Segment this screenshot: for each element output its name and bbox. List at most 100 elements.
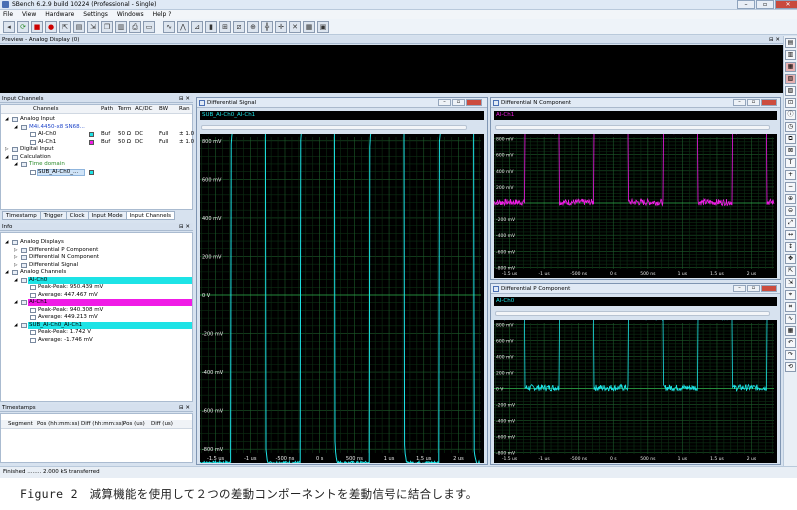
- clear-icon[interactable]: ✕: [289, 20, 301, 33]
- window-differential-signal[interactable]: Differential Signal – ▫ SUB_AI-Ch0_AI-Ch…: [196, 97, 488, 465]
- info-tree-row[interactable]: Peak-Peak: 1.742 V: [1, 329, 192, 337]
- grid-icon[interactable]: ╬: [261, 20, 273, 33]
- cursor-icon[interactable]: ⧄: [233, 20, 245, 33]
- n-maximize-button[interactable]: ▫: [747, 99, 760, 106]
- zoom-in-icon[interactable]: ⊕: [785, 194, 796, 204]
- signal-maximize-button[interactable]: ▫: [452, 99, 465, 106]
- vfit-icon[interactable]: ↕: [785, 242, 796, 252]
- expanded-arrow-icon[interactable]: ◢: [14, 322, 17, 329]
- cell-term[interactable]: 50 Ω: [118, 131, 131, 138]
- channel-icon[interactable]: ▥: [785, 50, 796, 60]
- signal-plot[interactable]: 800 mV 600 mV 400 mV 200 mV 0 V -200 mV -400 m…: [200, 134, 484, 463]
- p-close-button[interactable]: [761, 285, 777, 292]
- calc-icon[interactable]: ▧: [785, 74, 796, 84]
- fit-icon[interactable]: ⤢: [785, 218, 796, 228]
- info-tree-row[interactable]: ▷ Differential N Component: [1, 254, 192, 262]
- signal-minimize-button[interactable]: –: [438, 99, 451, 106]
- collapse-icon[interactable]: ⇲: [785, 278, 796, 288]
- cell-ran[interactable]: ± 1.0: [179, 139, 194, 146]
- print-icon[interactable]: ⎙: [129, 20, 141, 33]
- crosshair-icon[interactable]: ✛: [275, 20, 287, 33]
- reset-icon[interactable]: ⟲: [785, 362, 796, 372]
- channel-tree-row[interactable]: ▷ Digital Input: [1, 146, 192, 154]
- layout-icon[interactable]: ▣: [317, 20, 329, 33]
- collapsed-arrow-icon[interactable]: ▷: [14, 247, 17, 254]
- sine-icon[interactable]: ∿: [785, 314, 796, 324]
- info-tree-row[interactable]: Average: -1.746 mV: [1, 337, 192, 345]
- info-tree-row[interactable]: ▷ Differential P Component: [1, 247, 192, 255]
- expanded-arrow-icon[interactable]: ◢: [14, 299, 17, 306]
- tab-timestamp[interactable]: Timestamp: [2, 211, 41, 220]
- report-icon[interactable]: ▥: [115, 20, 127, 33]
- redo-icon[interactable]: ↷: [785, 350, 796, 360]
- n-close-button[interactable]: [761, 99, 777, 106]
- channel-tree-row[interactable]: SUB_AI-Ch0_...: [1, 168, 192, 177]
- signal-scrollbar[interactable]: [201, 125, 467, 130]
- info-tree-row[interactable]: ▷ Differential Signal: [1, 262, 192, 270]
- collapsed-arrow-icon[interactable]: ▷: [14, 254, 17, 261]
- back-icon[interactable]: ◂: [3, 20, 15, 33]
- tab-input-channels[interactable]: Input Channels: [125, 211, 176, 220]
- cell-term[interactable]: 50 Ω: [118, 139, 131, 146]
- signal-close-button[interactable]: [466, 99, 482, 106]
- cell-path[interactable]: Buf: [101, 139, 110, 146]
- save-icon[interactable]: ▤: [73, 20, 85, 33]
- p-scrollbar[interactable]: [495, 311, 770, 316]
- color-chip[interactable]: [89, 139, 94, 145]
- input-channels-pin-icon[interactable]: ⊟ ✕: [179, 95, 190, 103]
- p-plot[interactable]: 800 mV 600 mV 400 mV 200 mV 0 V -200 mV -400 m…: [494, 320, 777, 463]
- histogram-icon[interactable]: ▮: [205, 20, 217, 33]
- info-tree-row[interactable]: ◢ AI-Ch0: [1, 276, 192, 285]
- copy-icon[interactable]: ❐: [101, 20, 113, 33]
- cell-ran[interactable]: ± 1.0: [179, 131, 194, 138]
- cursor-b-icon[interactable]: ⌗: [785, 302, 796, 312]
- undo-icon[interactable]: ↶: [785, 338, 796, 348]
- collapsed-arrow-icon[interactable]: ▷: [5, 146, 8, 153]
- expanded-arrow-icon[interactable]: ◢: [14, 277, 17, 284]
- info-tree-row[interactable]: Average: 447.467 mV: [1, 292, 192, 300]
- cell-path[interactable]: Buf: [101, 131, 110, 138]
- wave-icon[interactable]: ∿: [163, 20, 175, 33]
- channel-tree-row[interactable]: ◢ Time domain: [1, 161, 192, 169]
- n-minimize-button[interactable]: –: [733, 99, 746, 106]
- channel-tree-row[interactable]: AI-Ch0 Buf 50 Ω DC Full ± 1.0: [1, 131, 194, 139]
- info-icon[interactable]: ⓘ: [785, 110, 796, 120]
- menu-windows[interactable]: Windows: [117, 11, 144, 18]
- expanded-arrow-icon[interactable]: ◢: [5, 269, 8, 276]
- info-tree-row[interactable]: ◢ SUB_AI-Ch0_AI-Ch1: [1, 321, 192, 330]
- minimize-button[interactable]: –: [737, 0, 755, 9]
- expanded-arrow-icon[interactable]: ◢: [14, 161, 17, 168]
- color-chip[interactable]: [89, 169, 94, 175]
- menu-view[interactable]: View: [22, 11, 36, 18]
- zoom-out-icon[interactable]: ⊖: [785, 206, 796, 216]
- menu-help[interactable]: Help ?: [153, 11, 172, 18]
- info-tree-row[interactable]: Peak-Peak: 940.308 mV: [1, 307, 192, 315]
- menu-hardware[interactable]: Hardware: [45, 11, 74, 18]
- expand-icon[interactable]: ⇱: [785, 266, 796, 276]
- record-icon[interactable]: ●: [45, 20, 57, 33]
- zoom-icon[interactable]: ⊕: [247, 20, 259, 33]
- timestamps-pin-icon[interactable]: ⊟ ✕: [179, 404, 190, 412]
- export-icon[interactable]: ⇱: [59, 20, 71, 33]
- window-differential-p[interactable]: Differential P Component – ▫ AI-Ch0 800 …: [490, 283, 781, 465]
- expanded-arrow-icon[interactable]: ◢: [5, 154, 8, 161]
- info-tree-row[interactable]: ◢ Analog Displays: [1, 239, 192, 247]
- info-tree-row[interactable]: Peak-Peak: 950.439 mV: [1, 284, 192, 292]
- expanded-arrow-icon[interactable]: ◢: [14, 124, 17, 131]
- cell-bw[interactable]: Full: [159, 139, 168, 146]
- info-pin-icon[interactable]: ⊟ ✕: [179, 223, 190, 231]
- info-tree-row[interactable]: Average: 449.213 mV: [1, 314, 192, 322]
- display-icon[interactable]: ▦: [785, 62, 796, 72]
- fft-icon[interactable]: ⋀: [177, 20, 189, 33]
- plus-icon[interactable]: +: [785, 170, 796, 180]
- stop-icon[interactable]: ■: [31, 20, 43, 33]
- table-icon[interactable]: ▦: [303, 20, 315, 33]
- tile-icon[interactable]: ▦: [785, 326, 796, 336]
- info-tree-row[interactable]: ◢ AI-Ch1: [1, 299, 192, 307]
- menu-file[interactable]: File: [3, 11, 13, 18]
- snap-icon[interactable]: ⊠: [785, 146, 796, 156]
- xy-icon[interactable]: ⊿: [191, 20, 203, 33]
- measure-icon[interactable]: ⊞: [219, 20, 231, 33]
- channel-tree-row[interactable]: ◢ Calculation: [1, 154, 192, 162]
- preview-pin-icon[interactable]: ⊟ ✕: [769, 36, 780, 44]
